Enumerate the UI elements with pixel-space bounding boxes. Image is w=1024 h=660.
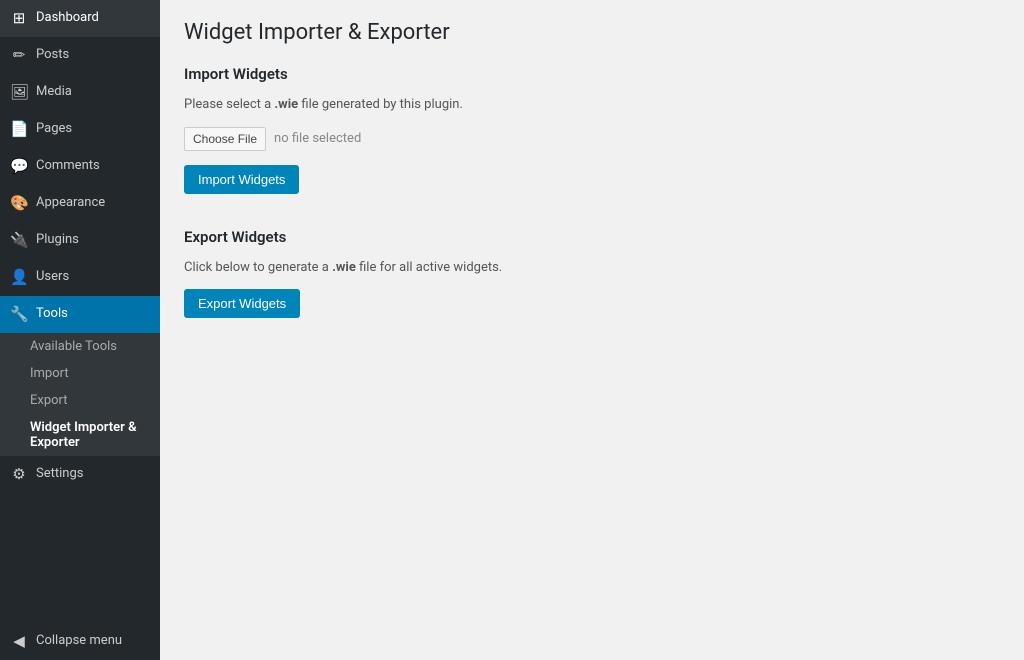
sidebar-item-label: Media [36,83,72,101]
sidebar-item-label: Pages [36,120,72,138]
import-section-title: Import Widgets [184,65,1000,83]
collapse-label: Collapse menu [36,632,122,650]
plugins-icon: 🔌 [10,230,28,251]
sidebar-item-settings[interactable]: ⚙ Settings [0,456,160,493]
comments-icon: 💬 [10,156,28,177]
submenu-import[interactable]: Import [0,360,160,387]
sidebar-item-posts[interactable]: ✏ Posts [0,37,160,74]
export-section-description: Click below to generate a .wie file for … [184,258,1000,278]
sidebar-item-label: Tools [36,305,68,323]
sidebar-item-comments[interactable]: 💬 Comments [0,148,160,185]
export-desc-prefix: Click below to generate a [184,260,332,275]
posts-icon: ✏ [10,45,28,66]
sidebar: ⊞ Dashboard ✏ Posts 🖼 Media 📄 Pages 💬 Co… [0,0,160,660]
sidebar-item-plugins[interactable]: 🔌 Plugins [0,222,160,259]
sidebar-item-users[interactable]: 👤 Users [0,259,160,296]
sidebar-item-label: Settings [36,465,83,483]
page-title: Widget Importer & Exporter [184,20,1000,45]
file-input-row: Choose File no file selected [184,127,1000,151]
import-desc-suffix: file generated by this plugin. [298,97,463,112]
submenu-export[interactable]: Export [0,387,160,414]
sidebar-item-label: Comments [36,157,100,175]
submenu-available-tools[interactable]: Available Tools [0,333,160,360]
sidebar-item-label: Users [36,268,69,286]
file-name-label: no file selected [274,131,361,146]
sidebar-item-label: Appearance [36,194,105,212]
sidebar-item-appearance[interactable]: 🎨 Appearance [0,185,160,222]
import-section: Import Widgets Please select a .wie file… [184,65,1000,218]
settings-icon: ⚙ [10,464,28,485]
export-desc-suffix: file for all active widgets. [356,260,502,275]
users-icon: 👤 [10,267,28,288]
main-content: Widget Importer & Exporter Import Widget… [160,0,1024,660]
sidebar-item-label: Plugins [36,231,79,249]
sidebar-item-label: Posts [36,46,69,64]
import-desc-prefix: Please select a [184,97,274,112]
sidebar-item-label: Dashboard [36,9,99,27]
import-widgets-button[interactable]: Import Widgets [184,165,299,194]
sidebar-item-tools[interactable]: 🔧 Tools [0,296,160,333]
media-icon: 🖼 [10,82,28,103]
collapse-icon: ◀ [10,631,28,652]
tools-submenu: Available Tools Import Export Widget Imp… [0,333,160,456]
export-section-title: Export Widgets [184,228,1000,246]
export-widgets-button[interactable]: Export Widgets [184,289,300,318]
sidebar-item-media[interactable]: 🖼 Media [0,74,160,111]
pages-icon: 📄 [10,119,28,140]
tools-icon: 🔧 [10,304,28,325]
dashboard-icon: ⊞ [10,8,28,29]
export-section: Export Widgets Click below to generate a… [184,228,1000,343]
appearance-icon: 🎨 [10,193,28,214]
import-section-description: Please select a .wie file generated by t… [184,95,1000,115]
import-desc-extension: .wie [274,97,298,112]
sidebar-item-dashboard[interactable]: ⊞ Dashboard [0,0,160,37]
submenu-widget-importer[interactable]: Widget Importer & Exporter [0,414,160,456]
choose-file-button[interactable]: Choose File [184,127,266,151]
collapse-menu[interactable]: ◀ Collapse menu [0,623,160,660]
sidebar-item-pages[interactable]: 📄 Pages [0,111,160,148]
export-desc-extension: .wie [332,260,356,275]
